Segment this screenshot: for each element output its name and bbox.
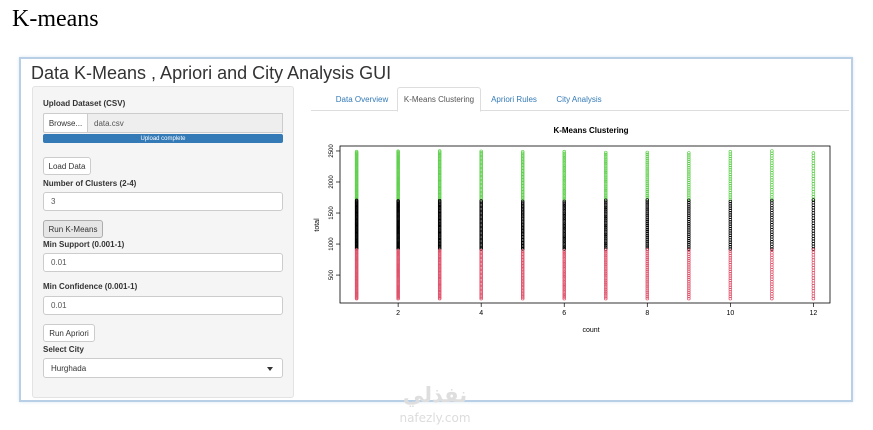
city-select[interactable]: Hurghada	[43, 358, 283, 378]
support-input[interactable]: 0.01	[43, 253, 283, 272]
upload-label: Upload Dataset (CSV)	[43, 99, 126, 108]
y-tick-label: 500	[329, 269, 335, 280]
kmeans-scatter-plot: K-Means Clustering 2 4 6 8 10 12 500 1000 1500 20…	[314, 126, 831, 334]
watermark-logo: نفذلي nafezly.com	[399, 383, 470, 425]
data-point	[645, 150, 650, 155]
y-tick-label: 2000	[329, 175, 335, 189]
clusters-label: Number of Clusters (2-4)	[43, 179, 137, 188]
upload-progress-bar: Upload complete	[43, 134, 283, 143]
x-tick-label: 4	[479, 310, 483, 317]
y-tick-label: 1000	[329, 237, 335, 251]
file-input[interactable]: Browse... data.csv	[43, 113, 283, 133]
city-label: Select City	[43, 345, 84, 354]
app-title: Data K-Means , Apriori and City Analysis…	[31, 63, 392, 83]
data-point	[604, 150, 608, 155]
tab-apriori-rules[interactable]: Apriori Rules	[485, 87, 543, 111]
chevron-down-icon	[267, 367, 273, 371]
clusters-input[interactable]: 3	[43, 192, 283, 211]
file-name-field: data.csv	[88, 113, 283, 133]
y-tick-label: 2500	[329, 144, 335, 158]
sidebar-panel: Upload Dataset (CSV) Browse... data.csv …	[32, 86, 294, 398]
svg-text:نفذلي: نفذلي	[403, 383, 467, 407]
data-points	[354, 149, 816, 301]
x-axis-label: count	[582, 327, 599, 334]
confidence-input[interactable]: 0.01	[43, 296, 283, 315]
chart-title: K-Means Clustering	[553, 126, 628, 135]
upload-status-text: Upload complete	[140, 135, 186, 142]
confidence-label: Min Confidence (0.001-1)	[43, 282, 138, 291]
y-tick-label: 1500	[329, 206, 335, 220]
svg-text:nafezly.com: nafezly.com	[399, 411, 470, 425]
run-kmeans-button[interactable]: Run K-Means	[43, 220, 103, 238]
app-window: Data K-Means , Apriori and City Analysis…	[19, 57, 853, 402]
x-tick-label: 8	[645, 310, 649, 317]
load-data-button[interactable]: Load Data	[43, 157, 91, 175]
browse-button[interactable]: Browse...	[43, 113, 88, 133]
run-apriori-button[interactable]: Run Apriori	[43, 324, 95, 342]
x-tick-label: 12	[809, 310, 817, 317]
x-tick-label: 6	[562, 310, 566, 317]
x-tick-label: 10	[726, 310, 734, 317]
city-select-value: Hurghada	[51, 363, 87, 373]
tab-bar: Data Overview K-Means Clustering Apriori…	[311, 86, 849, 112]
plot-area	[339, 145, 831, 304]
document-heading: K-means	[12, 6, 99, 32]
tab-data-overview[interactable]: Data Overview	[331, 87, 393, 111]
tab-city-analysis[interactable]: City Analysis	[547, 87, 611, 111]
axes: 2 4 6 8 10 12 500 1000 1500 2000 2500	[329, 144, 817, 317]
x-tick-label: 2	[396, 310, 400, 317]
support-label: Min Support (0.001-1)	[43, 240, 125, 249]
y-axis-label: total	[314, 218, 321, 232]
tab-kmeans-clustering[interactable]: K-Means Clustering	[397, 87, 481, 112]
